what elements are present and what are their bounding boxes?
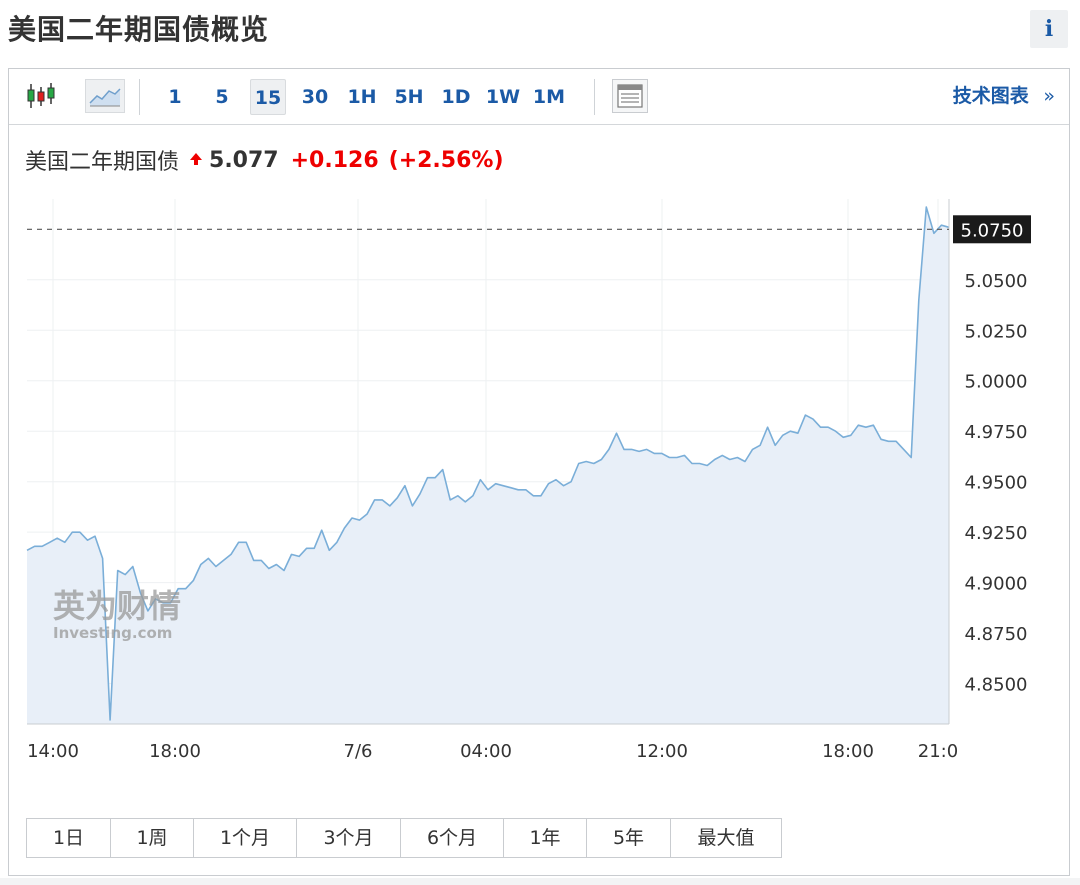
range-1w[interactable]: 1周 bbox=[111, 819, 194, 857]
y-tick-label: 4.9250 bbox=[965, 523, 1028, 544]
chart-panel: 1 5 15 30 1H 5H 1D 1W 1M 技术图表 » 美国二年期国债 bbox=[8, 68, 1070, 876]
y-tick-label: 4.8750 bbox=[965, 624, 1028, 645]
range-6m[interactable]: 6个月 bbox=[401, 819, 504, 857]
x-tick-label: 12:00 bbox=[636, 741, 688, 762]
x-tick-label: 7/6 bbox=[344, 741, 373, 762]
y-tick-label: 4.9000 bbox=[965, 574, 1028, 595]
y-tick-label: 4.8500 bbox=[965, 675, 1028, 696]
watermark-brand: 英为财情 bbox=[53, 587, 181, 625]
range-1y[interactable]: 1年 bbox=[504, 819, 587, 857]
range-selector: 1日 1周 1个月 3个月 6个月 1年 5年 最大值 bbox=[26, 818, 782, 858]
page-bottom-band bbox=[0, 878, 1080, 885]
range-1m[interactable]: 1个月 bbox=[194, 819, 297, 857]
x-tick-label: 04:00 bbox=[460, 741, 512, 762]
watermark-sub: Investing.com bbox=[53, 624, 172, 642]
range-max[interactable]: 最大值 bbox=[671, 819, 781, 857]
y-tick-label: 5.0000 bbox=[965, 372, 1028, 393]
y-tick-label: 5.0250 bbox=[965, 321, 1028, 342]
x-tick-label: 18:00 bbox=[822, 741, 874, 762]
info-button[interactable]: i bbox=[1030, 10, 1068, 48]
range-5y[interactable]: 5年 bbox=[587, 819, 671, 857]
x-tick-label: 18:00 bbox=[149, 741, 201, 762]
y-tick-label: 5.0500 bbox=[965, 271, 1028, 292]
range-3m[interactable]: 3个月 bbox=[297, 819, 401, 857]
x-tick-label: 21:0 bbox=[918, 741, 958, 762]
page-title: 美国二年期国债概览 bbox=[8, 13, 270, 46]
last-value-label: 5.0750 bbox=[961, 220, 1024, 241]
x-tick-label: 14:00 bbox=[27, 741, 79, 762]
price-chart[interactable]: 5.0500 5.0250 5.0000 4.9750 4.9500 4.9250 4.90… bbox=[9, 69, 1071, 814]
y-tick-label: 4.9750 bbox=[965, 422, 1028, 443]
range-1d[interactable]: 1日 bbox=[27, 819, 111, 857]
y-tick-label: 4.9500 bbox=[965, 473, 1028, 494]
area-fill bbox=[27, 207, 949, 725]
